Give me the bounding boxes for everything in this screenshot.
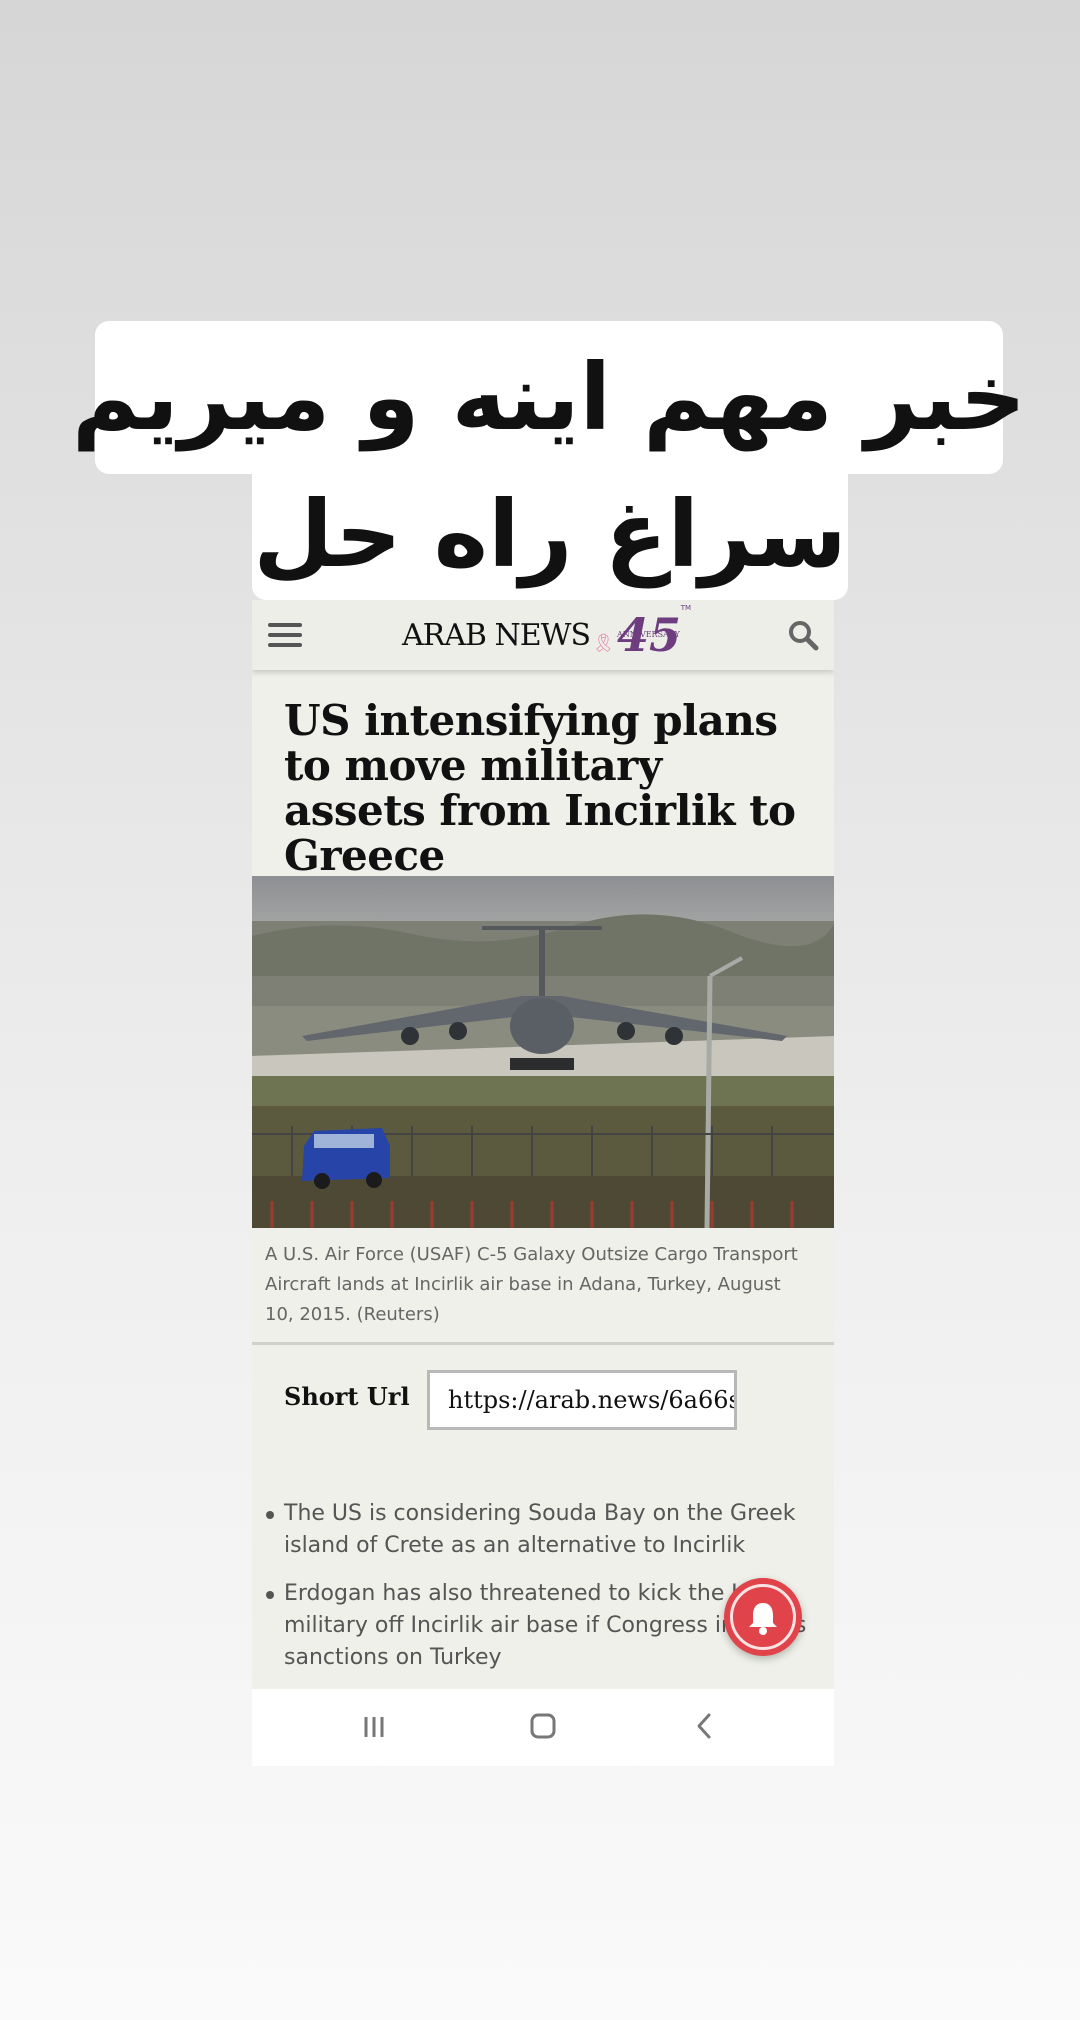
divider: [252, 1342, 834, 1345]
search-icon[interactable]: [786, 618, 820, 652]
recent-apps-icon[interactable]: [352, 1707, 396, 1747]
overlay-text-line2: سراغ راه حل: [252, 468, 848, 600]
image-caption: A U.S. Air Force (USAF) C-5 Galaxy Outsi…: [265, 1244, 798, 1325]
back-icon[interactable]: [682, 1707, 726, 1747]
site-logo[interactable]: ARAB NEWS 🎗: [402, 600, 615, 670]
logo-text: ARAB NEWS: [402, 617, 591, 653]
bullet-item: The US is considering Souda Bay on the G…: [264, 1498, 819, 1562]
phone-screen: ARAB NEWS 🎗 45 ANNIVERSARY TM US intensi…: [252, 600, 834, 1766]
bell-icon[interactable]: [724, 1578, 802, 1656]
article-photo[interactable]: [252, 876, 834, 1228]
pink-ribbon-icon: 🎗: [592, 632, 615, 654]
anniversary-badge: 45 ANNIVERSARY TM: [617, 600, 691, 670]
overlay-text-line1: خبر مهم اینه و میریم: [72, 321, 1026, 474]
trademark-label: TM: [680, 604, 692, 612]
short-url-label: Short Url: [284, 1382, 410, 1411]
hamburger-icon[interactable]: [268, 623, 302, 647]
article-headline: US intensifying plans to move military a…: [284, 696, 796, 880]
short-url-field[interactable]: https://arab.news/6a66s: [427, 1370, 737, 1430]
system-nav-bar: [252, 1689, 834, 1766]
home-icon[interactable]: [521, 1707, 565, 1747]
site-header: ARAB NEWS 🎗 45 ANNIVERSARY TM: [252, 600, 834, 670]
anniversary-label: ANNIVERSARY: [617, 630, 680, 639]
